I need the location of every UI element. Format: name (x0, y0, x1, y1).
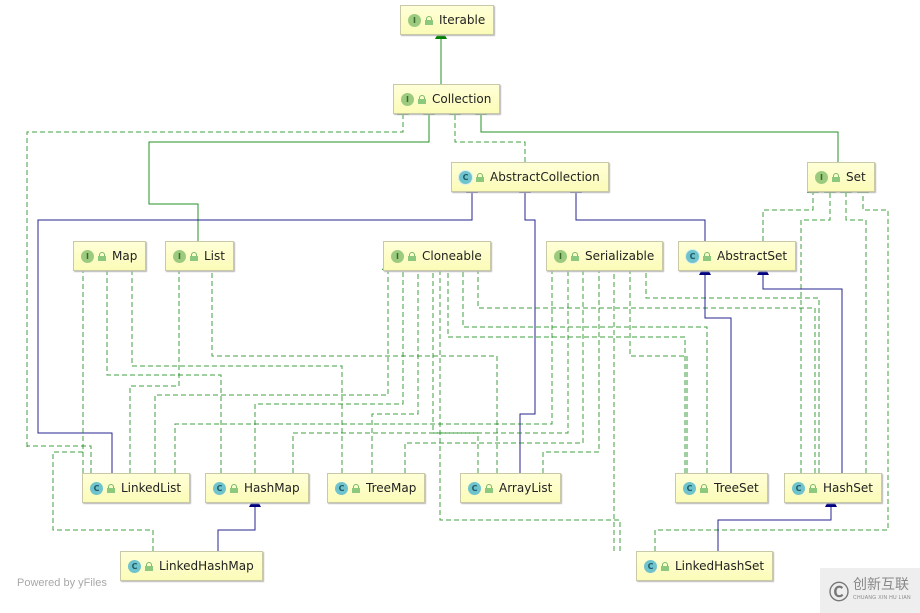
node-linked-list[interactable]: C LinkedList (82, 473, 191, 503)
edge-line (217, 507, 256, 551)
class-icon: C (644, 559, 657, 573)
node-label: Cloneable (422, 249, 482, 263)
class-icon: C (683, 481, 696, 495)
public-lock-icon (485, 483, 493, 493)
edge-line (211, 270, 498, 473)
node-iterable[interactable]: I Iterable (400, 5, 495, 35)
edge-line (131, 270, 343, 473)
edge-line (439, 270, 621, 551)
edge-line (129, 270, 180, 473)
edge-line (717, 507, 832, 551)
edge-line (762, 193, 814, 241)
public-lock-icon (418, 94, 426, 104)
abstract-class-icon: C (459, 170, 472, 184)
public-lock-icon (425, 15, 433, 25)
node-hash-map[interactable]: C HashMap (205, 473, 309, 503)
node-tree-map[interactable]: C TreeMap (327, 473, 426, 503)
edge-line (629, 270, 688, 473)
node-label: Map (112, 249, 138, 263)
node-label: AbstractSet (717, 249, 788, 263)
public-lock-icon (703, 251, 711, 261)
class-icon: C (128, 559, 141, 573)
node-hash-set[interactable]: C HashSet (784, 473, 882, 503)
public-lock-icon (832, 172, 840, 182)
edge-line (404, 270, 584, 473)
class-icon: C (90, 481, 103, 495)
edge-line (704, 275, 732, 473)
interface-icon: I (173, 249, 186, 263)
node-label: LinkedHashSet (675, 559, 765, 573)
watermark-text-group: 创新互联 CHUANG XIN HU LIAN (853, 577, 911, 605)
node-list[interactable]: I List (165, 241, 234, 271)
edge-line (254, 270, 404, 473)
edge-line (575, 193, 706, 241)
public-lock-icon (352, 483, 360, 493)
edge-line (519, 193, 536, 473)
class-icon: C (335, 481, 348, 495)
class-icon: C (792, 481, 805, 495)
node-label: Serializable (585, 249, 655, 263)
node-label: TreeSet (714, 481, 759, 495)
watermark-subtext: CHUANG XIN HU LIAN (853, 594, 911, 601)
public-lock-icon (190, 251, 198, 261)
edge-line (845, 193, 867, 473)
node-linked-hash-set[interactable]: C LinkedHashSet (636, 551, 774, 581)
node-set[interactable]: I Set (807, 162, 875, 192)
diagram-canvas: I Iterable I Collection C AbstractCollec… (0, 0, 920, 613)
interface-icon: I (408, 13, 421, 27)
interface-icon: I (554, 249, 567, 263)
node-label: LinkedHashMap (159, 559, 254, 573)
class-icon: C (468, 481, 481, 495)
interface-icon: I (81, 249, 94, 263)
edge-line (762, 275, 843, 473)
node-abstract-set[interactable]: C AbstractSet (678, 241, 797, 271)
edge-line (645, 270, 820, 473)
powered-by-label: Powered by yFiles (17, 577, 107, 589)
node-serializable[interactable]: I Serializable (546, 241, 664, 271)
edge-line (454, 115, 526, 162)
node-array-list[interactable]: C ArrayList (460, 473, 562, 503)
watermark: Ⓒ 创新互联 CHUANG XIN HU LIAN (820, 568, 920, 613)
node-abstract-collection[interactable]: C AbstractCollection (451, 162, 609, 192)
edge-line (480, 115, 839, 162)
public-lock-icon (145, 561, 153, 571)
class-icon: C (213, 481, 226, 495)
interface-icon: I (401, 92, 414, 106)
public-lock-icon (571, 251, 579, 261)
edge-line (27, 445, 92, 473)
edge-line (106, 270, 222, 473)
node-label: ArrayList (499, 481, 553, 495)
public-lock-icon (661, 561, 669, 571)
node-label: Set (846, 170, 866, 184)
edge-line (292, 270, 569, 473)
public-lock-icon (230, 483, 238, 493)
interface-icon: I (815, 170, 828, 184)
node-map[interactable]: I Map (73, 241, 147, 271)
watermark-text: 创新互联 (853, 575, 910, 592)
node-label: Iterable (439, 13, 486, 27)
node-label: Collection (432, 92, 492, 106)
edge-line (148, 115, 430, 241)
abstract-class-icon: C (686, 249, 699, 263)
node-label: HashSet (823, 481, 873, 495)
edge-line (154, 270, 389, 473)
node-linked-hash-map[interactable]: C LinkedHashMap (120, 551, 263, 581)
public-lock-icon (476, 172, 484, 182)
interface-icon: I (391, 249, 404, 263)
public-lock-icon (107, 483, 115, 493)
public-lock-icon (700, 483, 708, 493)
public-lock-icon (98, 251, 106, 261)
node-tree-set[interactable]: C TreeSet (675, 473, 768, 503)
logo-icon: Ⓒ (829, 582, 850, 604)
node-label: AbstractCollection (490, 170, 600, 184)
node-label: LinkedList (121, 481, 182, 495)
node-label: HashMap (244, 481, 300, 495)
node-label: TreeMap (366, 481, 417, 495)
node-collection[interactable]: I Collection (393, 84, 501, 114)
node-label: List (204, 249, 225, 263)
public-lock-icon (408, 251, 416, 261)
node-cloneable[interactable]: I Cloneable (383, 241, 491, 271)
public-lock-icon (809, 483, 817, 493)
